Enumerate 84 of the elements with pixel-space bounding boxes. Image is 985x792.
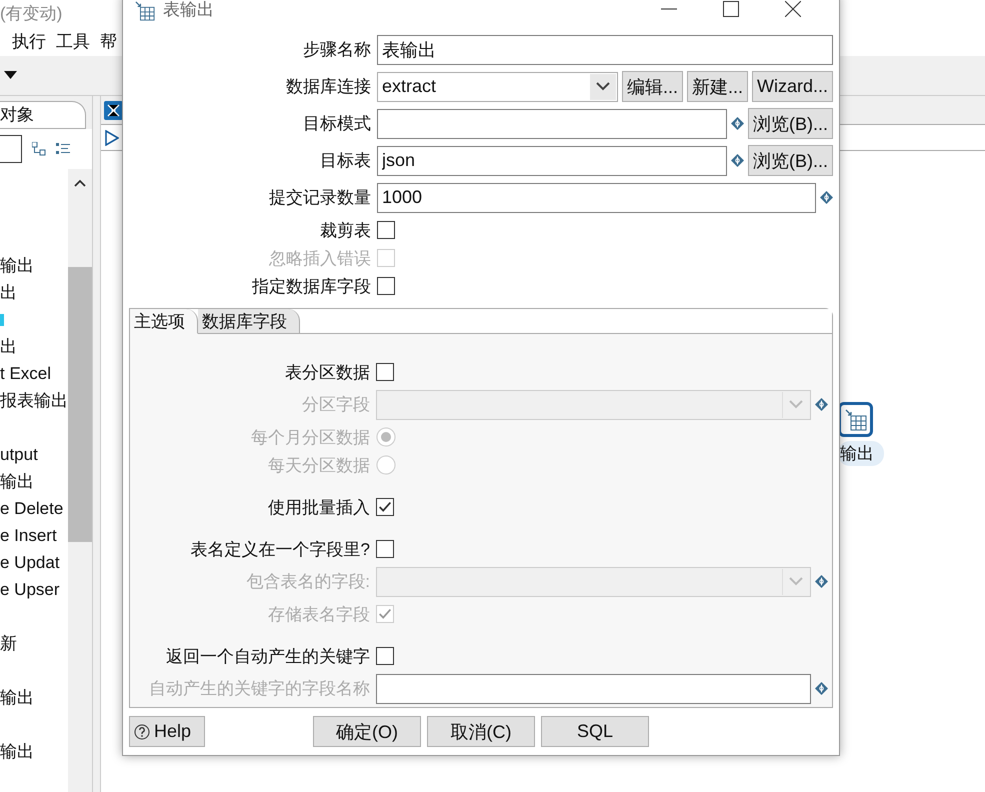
field-label: 提交记录数量 [268,187,371,209]
field-button[interactable]: 新建... [686,71,748,102]
chevron-down-icon [789,577,803,586]
tree-item[interactable]: 出 [0,333,68,360]
variable-icon[interactable] [820,191,833,204]
help-button[interactable]: Help [129,716,205,747]
search-field[interactable] [0,135,22,163]
window-title: (有变动) [0,3,62,25]
dialog-button[interactable]: SQL [541,716,649,747]
list-view-icon[interactable] [56,142,70,156]
field-label: 忽略插入错误 [268,248,371,270]
text-field[interactable]: 表输出 [377,34,833,64]
tree-item[interactable]: 输出 [0,252,68,279]
tree-item[interactable]: e Updat [0,549,68,576]
panel-tab[interactable]: 对象 [0,101,86,129]
field-label: 表名定义在一个字段里? [190,538,370,560]
field-label: 指定数据库字段 [251,276,371,298]
text-field[interactable] [377,108,727,138]
checkbox[interactable] [376,540,394,558]
run-icon[interactable] [105,130,119,146]
chevron-down-icon [789,400,803,409]
field-label: 裁剪表 [319,220,371,242]
scrollbar-thumb[interactable] [68,267,92,542]
tree-item[interactable]: e Delete [0,495,68,522]
menu-item[interactable]: 工具 [56,30,90,54]
field-button[interactable]: 浏览(B)... [748,108,833,139]
tree-item[interactable]: 输出 [0,684,68,711]
caret-icon[interactable] [4,71,17,80]
field-label: 目标表 [319,150,371,172]
tab[interactable]: 主选项 [130,309,198,334]
table-icon [844,408,866,430]
checkbox[interactable] [377,221,395,239]
chevron-down-icon [596,82,610,91]
tree-item[interactable]: t Excel [0,360,68,387]
field-button[interactable]: Wizard... [752,71,833,102]
variable-icon[interactable] [731,117,744,130]
tab[interactable]: 数据库字段 [198,309,300,334]
tree-item[interactable]: 新 [0,630,68,657]
table-icon [135,1,155,21]
variable-icon[interactable] [815,682,828,695]
field-label: 步骤名称 [302,39,371,61]
tree-item[interactable]: 出 [0,279,68,306]
step-node[interactable] [838,402,873,437]
dialog-title: 表输出 [163,0,215,21]
field-label: 每个月分区数据 [250,426,370,448]
text-field[interactable]: 1000 [377,182,816,212]
field-label: 使用批量插入 [267,496,370,518]
item-icon [0,314,4,326]
tree-item[interactable]: utput [0,441,68,468]
tree-item[interactable]: 输出 [0,738,68,765]
transformation-icon[interactable] [104,100,123,120]
help-icon [134,724,150,740]
menu-item[interactable]: 执行 [12,30,46,54]
scrollbar[interactable] [68,169,92,792]
dropdown-field[interactable]: extract [377,72,618,102]
field-button[interactable]: 浏览(B)... [748,145,833,176]
close-icon[interactable] [785,1,801,17]
step-label: 输出 [838,441,884,466]
dialog-button[interactable]: 确定(O) [313,716,421,747]
tree-item[interactable]: e Upser [0,576,68,603]
field-label: 表分区数据 [284,362,370,384]
checkbox[interactable] [376,498,394,516]
field-label: 返回一个自动产生的关键字 [165,646,370,668]
checkbox[interactable] [376,647,394,665]
dialog-button[interactable]: 取消(C) [427,716,535,747]
scroll-up-icon[interactable] [74,179,86,187]
menu-item[interactable]: 帮 [100,30,117,54]
field-label: 存储表名字段 [267,604,370,626]
field-label: 数据库连接 [285,76,371,98]
variable-icon[interactable] [731,154,744,167]
field-label: 包含表名的字段: [245,571,370,593]
tree-item[interactable]: 输出 [0,468,68,495]
tree-view-icon[interactable] [32,142,46,156]
tree-item[interactable]: 报表输出 [0,387,68,414]
text-field[interactable] [376,674,811,704]
tree-item[interactable]: e Insert [0,522,68,549]
checkbox[interactable] [377,277,395,295]
checkbox[interactable] [376,363,394,381]
maximize-icon[interactable] [723,1,739,17]
field-label: 每天分区数据 [267,454,370,476]
field-label: 目标模式 [302,113,371,135]
field-label: 自动产生的关键字的字段名称 [148,678,370,700]
field-label: 分区字段 [301,394,370,416]
field-button[interactable]: 编辑... [622,71,683,102]
